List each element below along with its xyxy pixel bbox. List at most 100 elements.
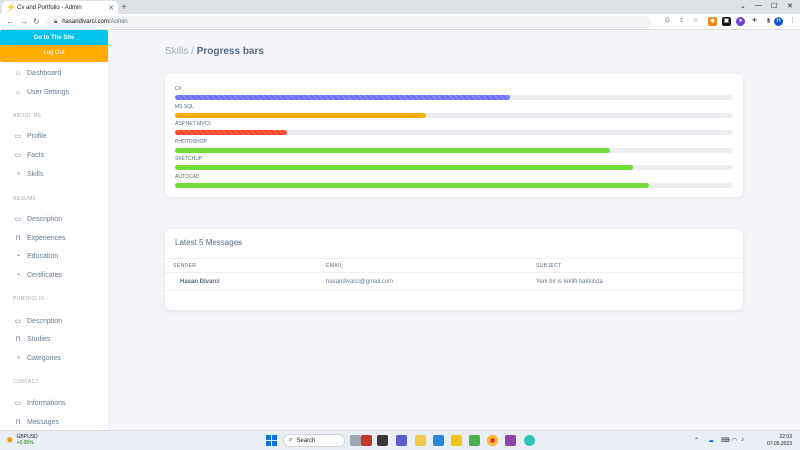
sidebar: Go to The Site Log Out ⌂ Dashboard ⌂ Use… [0,30,108,430]
sidebar-item-skills[interactable]: ◔ Skills [13,169,43,179]
skill-progress-fill [175,182,650,188]
file-explorer-icon[interactable] [415,435,426,446]
market-widget[interactable]: ✹ GBPUSD +0.05% [6,434,38,446]
new-tab-icon[interactable]: + [121,2,127,13]
browser-tab[interactable]: ⚡ Cv and Portfolio - Admin ✕ [2,1,118,14]
skill-progress-fill [175,130,287,135]
menu-kebab-icon[interactable]: ⋮ [788,17,797,26]
skills-progress-card: C# MS SQL ASP.NET MVC5 PHOTOSHOP SKETCHUP AUT… [165,74,743,197]
close-tab-icon[interactable]: ✕ [108,4,114,12]
lock-icon: ⊓ [15,336,21,343]
url-field[interactable]: 🔒︎ hasandivarci.com/Admin [46,16,652,28]
dashboard-icon: ◔ [15,252,21,260]
forward-icon[interactable]: → [20,17,28,26]
profile-avatar[interactable]: H [774,17,783,26]
sidebar-item-education[interactable]: ◔ Education [13,251,58,261]
search-icon: ⌕ [289,437,293,443]
teams-chat-icon[interactable] [396,435,407,446]
app-icon[interactable] [469,435,480,446]
calendar-icon: ▭ [14,318,22,325]
skill-progress-track [175,165,733,170]
onedrive-icon[interactable]: ☁ [708,437,714,444]
app-icon[interactable] [377,435,388,446]
sidebar-item-profile[interactable]: ▭ Profile [13,131,47,141]
site-favicon-icon: ⚡ [6,3,16,12]
skill-progress-track [175,95,733,100]
metamask-extension-icon[interactable]: ◆ [708,17,717,26]
section-header-about-me: ABOUT ME [13,113,42,119]
taskbar-search[interactable]: ⌕ Search [283,434,345,447]
chevron-down-icon[interactable]: ⌄ [740,2,746,10]
sidebar-item-categories[interactable]: ◔ Categories [13,353,61,363]
system-clock[interactable]: 22:03 07.05.2023 [752,434,792,448]
sidebar-item-dashboard[interactable]: ⌂ Dashboard [13,68,61,78]
task-view-icon[interactable] [350,435,361,446]
sidebar-item-label: Education [27,252,59,260]
skill-progress-track [175,130,733,135]
minimize-icon[interactable]: — [755,2,762,9]
sidebar-item-studies[interactable]: ⊓ Studies [13,334,50,344]
sidebar-item-certificates[interactable]: ◔ Certificates [13,270,62,280]
sidebar-item-messages[interactable]: ⊓ Messages [13,417,59,427]
skill-label: MS SQL [175,103,194,110]
skill-label: AUTOCAD [175,173,200,180]
table-row[interactable]: Hasan Divarci hasandivarci@gmail.com Yen… [165,274,743,291]
keyboard-icon[interactable]: ⌨ [721,437,730,444]
app-icon[interactable] [451,435,462,446]
app-icon[interactable] [524,435,535,446]
extensions-puzzle-icon[interactable]: ✚ [750,17,759,26]
sidebar-item-label: Messages [27,418,59,426]
breadcrumb: Skills / Progress bars [165,46,264,57]
app-icon[interactable] [361,435,372,446]
section-header-portfolio: PORTFOLIO [13,296,45,302]
breadcrumb-parent[interactable]: Skills / [165,46,194,57]
maximize-icon[interactable]: ☐ [771,2,777,10]
side-panel-icon[interactable]: ▮ [764,17,773,26]
subject-cell: Yeni bir is teklifi hakkinda [536,279,603,285]
wifi-icon[interactable]: ◠ [732,437,737,444]
sidebar-item-facts[interactable]: ▭ Facts [13,150,44,160]
latest-messages-card: Latest 5 Messages SENDER EMAIL SUBJECT H… [165,229,743,310]
browser-tab-bar: ⚡ Cv and Portfolio - Admin ✕ + ⌄ — ☐ ✕ [0,0,800,14]
skill-progress-fill [175,165,633,170]
sidebar-item-portfolio-description[interactable]: ▭ Description [13,316,62,326]
google-icon[interactable]: G [663,17,672,26]
close-window-icon[interactable]: ✕ [787,2,793,10]
windows-taskbar: ✹ GBPUSD +0.05% ⌕ Search ⌃ ☁ ⌨ ◠ ♪ 22:03… [0,430,800,450]
sidebar-item-resume-description[interactable]: ▭ Description [13,214,62,224]
sidebar-item-label: Facts [27,151,45,159]
calendar-icon: ▭ [14,400,22,407]
visual-studio-icon[interactable] [505,435,516,446]
share-icon[interactable]: ⇪ [677,17,686,26]
chrome-icon[interactable] [487,435,498,446]
column-header-subject: SUBJECT [536,263,562,269]
volume-icon[interactable]: ♪ [741,437,744,443]
skill-progress-track [175,147,733,153]
dashboard-icon: ◔ [15,354,21,362]
section-header-contact: CONTACT [13,379,39,385]
extension-icon[interactable]: ▣ [722,17,731,26]
page-title: Progress bars [196,46,264,57]
dashboard-icon: ◔ [15,170,21,178]
column-header-sender: SENDER [173,263,197,269]
extension-icon[interactable]: ● [736,17,745,26]
card-title: Latest 5 Messages [175,238,243,247]
sidebar-item-informations[interactable]: ▭ Informations [13,398,66,408]
sidebar-item-user-settings[interactable]: ⌂ User Settings [13,87,69,97]
mail-icon[interactable] [433,435,444,446]
skill-progress-fill [175,95,510,100]
windows-start-icon[interactable] [266,435,277,446]
ticker-change: +0.05% [16,440,34,446]
logout-button[interactable]: Log Out [0,45,108,62]
skill-progress-fill [175,147,611,153]
sidebar-item-experiences[interactable]: ⊓ Experiences [13,233,65,243]
sidebar-item-label: Informations [27,399,66,407]
back-icon[interactable]: ← [6,17,14,26]
go-to-site-button[interactable]: Go to The Site [0,30,108,46]
reload-icon[interactable]: ↻ [33,17,40,26]
table-header: SENDER EMAIL SUBJECT [165,258,743,273]
chevron-up-icon[interactable]: ⌃ [694,437,699,444]
sidebar-item-label: Studies [27,335,51,343]
skill-label: ASP.NET MVC5 [175,121,211,127]
bookmark-star-icon[interactable]: ☆ [691,17,700,26]
